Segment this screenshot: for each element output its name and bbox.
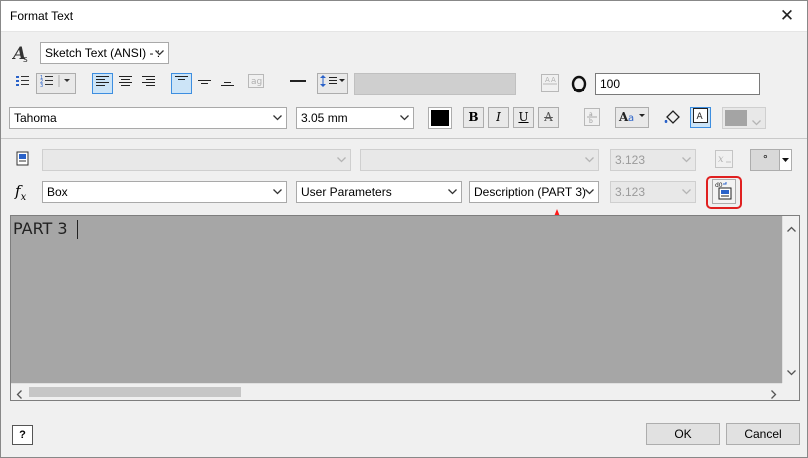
text-editor[interactable]: PART 3 bbox=[10, 215, 800, 401]
align-left-button[interactable] bbox=[92, 73, 113, 94]
precision-select: 3.123 bbox=[610, 181, 696, 203]
text-color-swatch bbox=[431, 110, 449, 126]
underline-button[interactable]: U bbox=[513, 107, 534, 128]
scroll-down-icon[interactable] bbox=[787, 365, 796, 379]
text-style-value: Sketch Text (ANSI) - : bbox=[45, 46, 161, 60]
scroll-up-icon[interactable] bbox=[787, 221, 796, 235]
component-select[interactable]: Box bbox=[42, 181, 287, 203]
chevron-down-icon bbox=[583, 182, 595, 202]
vertical-scrollbar[interactable] bbox=[782, 216, 799, 384]
horizontal-scroll-thumb[interactable] bbox=[29, 387, 241, 397]
close-icon[interactable]: ✕ bbox=[775, 5, 799, 27]
chevron-down-icon bbox=[335, 150, 347, 170]
chevron-down-icon bbox=[680, 150, 692, 170]
font-size-select[interactable]: 3.05 mm bbox=[296, 107, 414, 129]
parameter-value: Description (PART 3) bbox=[474, 185, 587, 199]
font-size-value: 3.05 mm bbox=[301, 111, 348, 125]
editor-text: PART 3 bbox=[13, 219, 68, 238]
chevron-down-icon bbox=[153, 43, 165, 63]
title-bar: Format Text ✕ bbox=[1, 1, 807, 32]
svg-text:A: A bbox=[697, 112, 704, 122]
spacing-value-field bbox=[354, 73, 516, 95]
svg-text:s: s bbox=[23, 55, 28, 64]
case-change-button[interactable]: Aa bbox=[615, 107, 649, 128]
help-icon[interactable]: ? bbox=[12, 425, 33, 445]
precision-value: 3.123 bbox=[615, 185, 646, 199]
text-style-icon: As bbox=[11, 42, 32, 65]
chevron-down-icon bbox=[446, 182, 458, 202]
text-frame-button[interactable]: A bbox=[690, 107, 711, 128]
insert-symbol-icon: x bbox=[713, 149, 735, 170]
component-value: Box bbox=[47, 185, 68, 199]
font-select[interactable]: Tahoma bbox=[9, 107, 287, 129]
dialog-title: Format Text bbox=[10, 9, 74, 23]
bullet-list-icon[interactable] bbox=[12, 73, 33, 94]
bold-button[interactable]: B bbox=[463, 107, 484, 128]
text-style-select[interactable]: Sketch Text (ANSI) - : bbox=[40, 42, 169, 64]
insert-parameter-button[interactable]: d0 bbox=[712, 179, 736, 204]
strikethrough-button[interactable]: A bbox=[538, 107, 559, 128]
svg-text:3: 3 bbox=[40, 83, 43, 88]
rotation-value: 100 bbox=[600, 77, 621, 91]
precision-value-disabled: 3.123 bbox=[615, 153, 646, 167]
component-icon bbox=[16, 151, 30, 170]
parameter-type-select[interactable]: User Parameters bbox=[296, 181, 462, 203]
function-icon: fx bbox=[15, 182, 27, 203]
symbol-select[interactable]: ° bbox=[750, 149, 792, 171]
chevron-down-icon bbox=[752, 115, 761, 129]
scroll-corner bbox=[782, 383, 799, 400]
scroll-right-icon[interactable] bbox=[771, 388, 777, 402]
scroll-left-icon[interactable] bbox=[16, 388, 22, 402]
font-value: Tahoma bbox=[14, 111, 57, 125]
ok-button[interactable]: OK bbox=[646, 423, 720, 445]
svg-text:b: b bbox=[589, 118, 593, 125]
stack-icon: ab bbox=[581, 107, 602, 128]
chevron-down-icon bbox=[680, 182, 692, 202]
property-select bbox=[360, 149, 599, 171]
parameter-type-value: User Parameters bbox=[301, 185, 392, 199]
svg-text:A: A bbox=[545, 76, 550, 84]
valign-bottom-button[interactable] bbox=[217, 73, 238, 94]
parameter-select[interactable]: Description (PART 3) bbox=[469, 181, 599, 203]
chevron-down-icon bbox=[271, 108, 283, 128]
chevron-down-icon bbox=[271, 182, 283, 202]
symbol-value: ° bbox=[763, 152, 768, 166]
model-select bbox=[42, 149, 351, 171]
background-color-select bbox=[722, 107, 766, 129]
valign-top-button[interactable] bbox=[171, 73, 192, 94]
svg-text:a: a bbox=[628, 113, 634, 124]
stack-text-icon: AA bbox=[539, 73, 560, 94]
horizontal-scrollbar[interactable] bbox=[11, 383, 782, 400]
rotation-icon bbox=[570, 75, 588, 96]
svg-text:x: x bbox=[718, 154, 724, 165]
align-center-button[interactable] bbox=[115, 73, 136, 94]
format-text-dialog: Format Text ✕ As Sketch Text (ANSI) - : … bbox=[0, 0, 808, 458]
valign-middle-button[interactable] bbox=[194, 73, 215, 94]
italic-button[interactable]: I bbox=[488, 107, 509, 128]
text-color-button[interactable] bbox=[428, 107, 452, 129]
background-color-swatch bbox=[725, 110, 747, 126]
fill-icon[interactable] bbox=[661, 107, 682, 128]
cancel-button[interactable]: Cancel bbox=[726, 423, 800, 445]
rotation-input[interactable]: 100 bbox=[595, 73, 760, 95]
align-right-button[interactable] bbox=[138, 73, 159, 94]
text-caret bbox=[77, 220, 78, 239]
separator bbox=[1, 138, 807, 139]
line-spacing-button[interactable] bbox=[317, 73, 348, 94]
svg-text:ag: ag bbox=[251, 77, 262, 87]
numbered-list-button[interactable]: 123 bbox=[36, 73, 76, 94]
fit-text-icon: ag bbox=[245, 73, 266, 94]
chevron-down-icon bbox=[583, 150, 595, 170]
precision-select-disabled: 3.123 bbox=[610, 149, 696, 171]
chevron-down-icon bbox=[398, 108, 410, 128]
line-weight-icon[interactable] bbox=[287, 73, 308, 94]
dropdown-arrow bbox=[779, 150, 791, 170]
svg-text:A: A bbox=[551, 76, 556, 84]
